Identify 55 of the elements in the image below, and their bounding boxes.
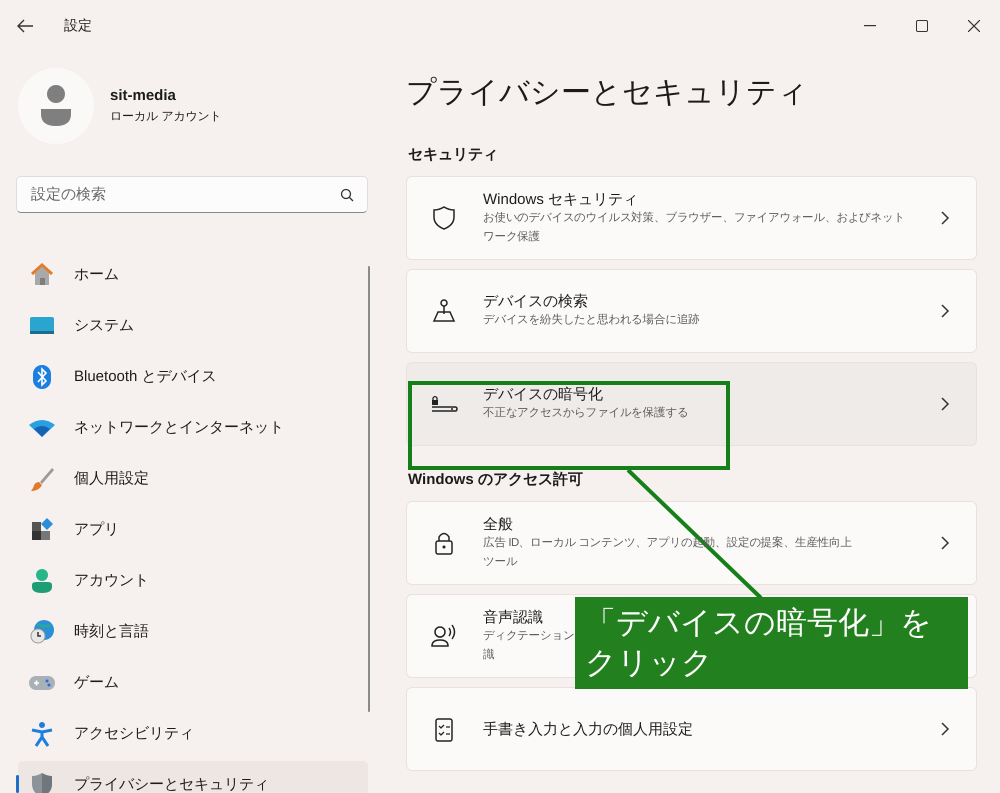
location-person-icon [432,298,456,324]
card-title: 手書き入力と入力の個人用設定 [483,720,693,738]
account-type: ローカル アカウント [110,108,222,125]
back-arrow-icon[interactable] [16,19,34,33]
apps-icon [30,518,54,542]
person-icon [30,568,54,594]
nav-item[interactable]: ホーム [18,251,368,298]
section-heading: セキュリティ [408,145,499,164]
bluetooth-icon [31,364,53,390]
drive-lock-icon [430,394,458,414]
nav-item[interactable]: 個人用設定 [18,455,368,502]
section-heading: Windows のアクセス許可 [408,470,584,489]
brush-icon [29,466,55,492]
nav-item[interactable]: システム [18,302,368,349]
card-description: デバイスを紛失したと思われる場合に追跡 [483,312,700,328]
settings-card[interactable]: 手書き入力と入力の個人用設定 [406,687,977,771]
accessibility-icon [30,720,54,746]
nav-item[interactable]: アカウント [18,557,368,604]
settings-card[interactable]: デバイスの検索 デバイスを紛失したと思われる場合に追跡 [406,269,977,353]
checklist-icon [433,716,455,742]
search-field[interactable]: 設定の検索 [16,176,368,213]
nav-item[interactable]: ゲーム [18,659,368,706]
card-title: 音声認識 [483,608,543,626]
settings-card[interactable]: Windows セキュリティ お使いのデバイスのウイルス対策、ブラウザー、ファイアウォール、およびネット ワーク保護 [406,176,977,260]
shield-icon [432,205,456,231]
nav-item[interactable]: プライバシーとセキュリティ [18,761,368,793]
card-description: お使いのデバイスのウイルス対策、ブラウザー、ファイアウォール、およびネット ワーク保護 [483,210,905,244]
nav-item[interactable]: ネットワークとインターネット [18,404,368,451]
globe-clock-icon [29,618,55,644]
card-description: ディクテーション 識 [483,628,574,662]
minimize-icon [864,25,876,27]
scrollbar[interactable] [368,266,370,712]
shield-icon [31,772,53,793]
maximize-icon [916,20,928,32]
callout-tooltip: 「デバイスの暗号化」をクリック [575,597,968,689]
nav-item[interactable]: アクセシビリティ [18,710,368,757]
window-title: 設定 [64,17,92,35]
monitor-icon [29,314,55,336]
nav-item[interactable]: アプリ [18,506,368,553]
card-title: デバイスの検索 [483,292,588,311]
card-title: 全般 [483,514,513,534]
close-icon [968,20,980,32]
page-title: プライバシーとセキュリティ [406,75,809,111]
account-name: sit-media [110,87,177,104]
card-description: 不正なアクセスからファイルを保護する [483,406,688,421]
wifi-icon [28,418,56,438]
card-title: Windows セキュリティ [483,190,638,208]
search-icon [340,188,354,202]
card-title: デバイスの暗号化 [483,385,603,404]
voice-person-icon [430,623,458,649]
lock-icon [433,530,455,556]
settings-card[interactable]: デバイスの暗号化 不正なアクセスからファイルを保護する [406,362,977,446]
nav-item[interactable]: Bluetooth とデバイス [18,353,368,400]
home-icon [29,262,55,286]
nav-item[interactable]: 時刻と言語 [18,608,368,655]
